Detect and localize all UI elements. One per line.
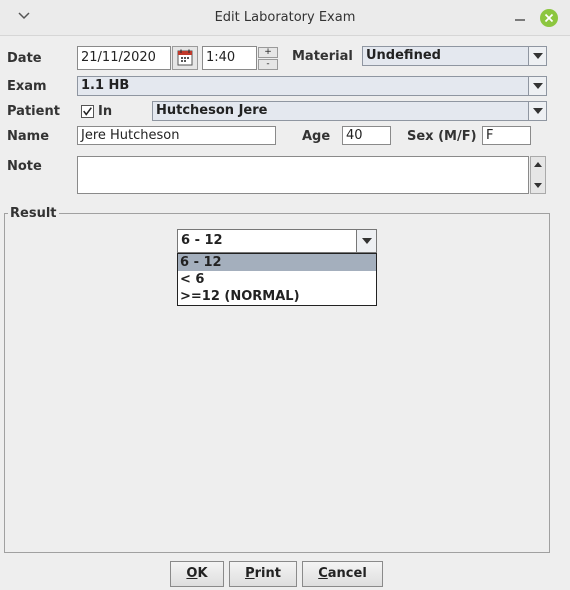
calendar-icon (177, 49, 193, 66)
result-legend: Result (8, 206, 59, 221)
ok-mnemonic: O (186, 566, 198, 581)
close-icon (544, 13, 554, 23)
print-mnemonic: P (245, 566, 255, 581)
patient-combo[interactable]: Hutcheson Jere (152, 101, 547, 121)
in-label: In (98, 104, 113, 119)
material-dropdown-button[interactable] (528, 47, 546, 65)
exam-combo[interactable]: 1.1 HB (77, 76, 547, 96)
ok-button[interactable]: OK (170, 561, 224, 587)
minimize-icon[interactable] (513, 8, 527, 24)
result-option[interactable]: < 6 (178, 271, 376, 288)
sex-label: Sex (M/F) (407, 129, 477, 144)
material-value: Undefined (366, 48, 441, 63)
scroll-down-icon[interactable] (532, 179, 544, 191)
window-title: Edit Laboratory Exam (214, 10, 356, 25)
print-button[interactable]: Print (229, 561, 297, 587)
close-button[interactable] (540, 9, 558, 27)
note-scrollbar[interactable] (530, 156, 546, 194)
exam-value: 1.1 HB (81, 78, 130, 93)
checkmark-icon (83, 107, 92, 116)
sex-field[interactable]: F (482, 126, 531, 145)
name-label: Name (7, 129, 50, 144)
in-checkbox[interactable] (81, 105, 94, 118)
result-dropdown-list: 6 - 12 < 6 >=12 (NORMAL) (177, 253, 377, 306)
patient-dropdown-button[interactable] (528, 102, 546, 120)
patient-label: Patient (7, 104, 60, 119)
result-option[interactable]: 6 - 12 (178, 254, 376, 271)
result-combo[interactable]: 6 - 12 (177, 229, 377, 253)
result-dropdown-button[interactable] (356, 230, 376, 252)
calendar-button[interactable] (172, 46, 198, 70)
exam-label: Exam (7, 79, 47, 94)
chevron-down-icon (533, 83, 543, 89)
patient-value: Hutcheson Jere (156, 103, 268, 118)
ok-label-rest: K (197, 566, 208, 581)
time-increment-button[interactable]: + (258, 47, 278, 58)
result-selected-value: 6 - 12 (181, 233, 223, 248)
material-label: Material (292, 49, 353, 64)
material-combo[interactable]: Undefined (362, 46, 547, 66)
age-label: Age (302, 129, 331, 144)
scroll-up-icon[interactable] (532, 159, 544, 171)
note-textarea[interactable] (77, 156, 529, 194)
name-field[interactable]: Jere Hutcheson (77, 126, 276, 145)
age-field[interactable]: 40 (342, 126, 391, 145)
chevron-down-icon (362, 238, 372, 244)
cancel-mnemonic: C (318, 566, 328, 581)
note-label: Note (7, 159, 42, 174)
result-option[interactable]: >=12 (NORMAL) (178, 288, 376, 305)
print-label-rest: rint (254, 566, 281, 581)
chevron-down-icon (533, 53, 543, 59)
time-decrement-button[interactable]: - (258, 59, 278, 70)
cancel-button[interactable]: Cancel (302, 561, 383, 587)
chevron-down-icon (533, 108, 543, 114)
date-field[interactable]: 21/11/2020 (77, 46, 171, 70)
exam-dropdown-button[interactable] (528, 77, 546, 95)
cancel-label-rest: ancel (327, 566, 367, 581)
title-bar: Edit Laboratory Exam (0, 0, 570, 36)
date-label: Date (7, 51, 42, 66)
time-field[interactable]: 1:40 (202, 46, 257, 70)
